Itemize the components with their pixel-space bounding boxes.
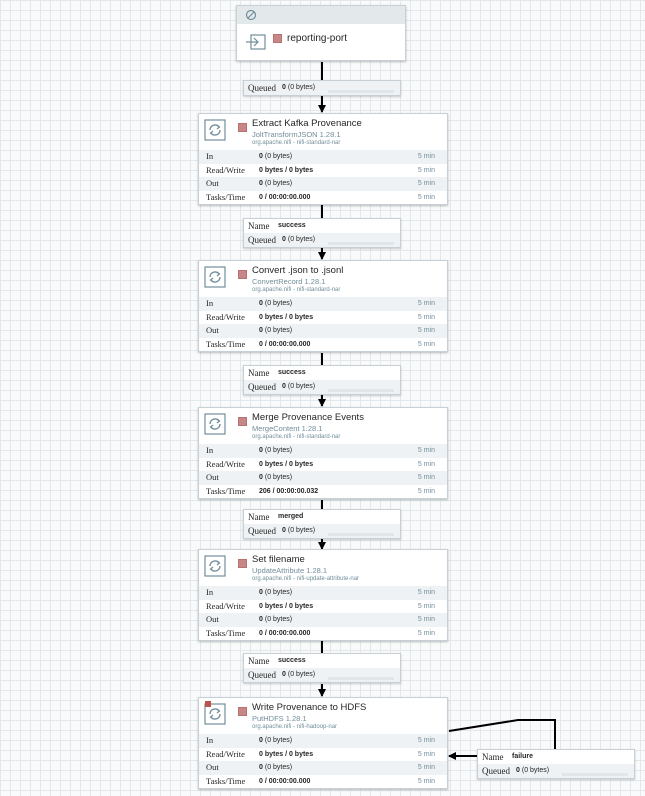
connection-label[interactable]: Name success Queued 0 (0 bytes) (243, 653, 401, 683)
flow-canvas[interactable]: reporting-port Queued 0 (0 bytes) Extrac… (0, 0, 645, 796)
queued-row: Queued 0 (0 bytes) (244, 524, 400, 538)
name-row: Name success (244, 654, 400, 668)
processor-merge-provenance-events[interactable]: Merge Provenance Events MergeContent 1.2… (198, 407, 448, 499)
processor-type: ConvertRecord 1.28.1 (252, 277, 326, 286)
stat-row-tasks-time: Tasks/Time 0 / 00:00:00.000 5 min (199, 190, 447, 204)
connection-label[interactable]: Name success Queued 0 (0 bytes) (243, 218, 401, 248)
queued-row: Queued 0 (0 bytes) (244, 81, 400, 95)
processor-bundle: org.apache.nifi - nifi-standard-nar (252, 140, 341, 146)
stat-row-read-write: Read/Write 0 bytes / 0 bytes 5 min (199, 599, 447, 613)
processor-type: PutHDFS 1.28.1 (252, 714, 307, 723)
stat-row-tasks-time: Tasks/Time 0 / 00:00:00.000 5 min (199, 626, 447, 640)
queue-progress-bar (328, 677, 394, 680)
port-header (237, 6, 405, 24)
name-row: Name success (244, 366, 400, 380)
queued-row: Queued 0 (0 bytes) (244, 668, 400, 682)
stat-row-in: In 0 (0 bytes) 5 min (199, 586, 447, 600)
connection-label[interactable]: Queued 0 (0 bytes) (243, 80, 401, 96)
queued-row: Queued 0 (0 bytes) (478, 764, 634, 778)
stopped-status-icon (273, 34, 282, 43)
stat-row-out: Out 0 (0 bytes) 5 min (199, 613, 447, 627)
processor-name: Write Provenance to HDFS (252, 702, 367, 713)
processor-bundle: org.apache.nifi - nifi-update-attribute-… (252, 576, 360, 582)
queue-progress-bar (328, 90, 394, 93)
queue-progress-bar (328, 533, 394, 536)
processor-type: MergeContent 1.28.1 (252, 424, 323, 433)
stopped-status-icon (238, 417, 247, 426)
processor-name: Set filename (252, 554, 305, 565)
processor-icon (204, 119, 226, 141)
stat-row-read-write: Read/Write 0 bytes / 0 bytes 5 min (199, 457, 447, 471)
stat-row-read-write: Read/Write 0 bytes / 0 bytes 5 min (199, 310, 447, 324)
processor-write-provenance-to-hdfs[interactable]: Write Provenance to HDFS PutHDFS 1.28.1 … (198, 697, 448, 789)
input-port-icon (246, 34, 266, 50)
processor-header: Convert .json to .jsonl ConvertRecord 1.… (199, 261, 447, 297)
processor-header: Extract Kafka Provenance JoltTransformJS… (199, 114, 447, 150)
stat-row-read-write: Read/Write 0 bytes / 0 bytes 5 min (199, 163, 447, 177)
stat-row-out: Out 0 (0 bytes) 5 min (199, 177, 447, 191)
queue-progress-bar (328, 242, 394, 245)
processor-type: JoltTransformJSON 1.28.1 (252, 130, 341, 139)
processor-header: Write Provenance to HDFS PutHDFS 1.28.1 … (199, 698, 447, 734)
queued-value: 0 (0 bytes) (282, 84, 316, 91)
stopped-status-icon (238, 707, 247, 716)
stat-row-in: In 0 (0 bytes) 5 min (199, 444, 447, 458)
processor-header: Merge Provenance Events MergeContent 1.2… (199, 408, 447, 444)
processor-bundle: org.apache.nifi - nifi-standard-nar (252, 287, 341, 293)
connection-label-failure[interactable]: Name failure Queued 0 (0 bytes) (477, 749, 635, 779)
name-row: Name success (244, 219, 400, 233)
connection-label[interactable]: Name merged Queued 0 (0 bytes) (243, 509, 401, 539)
transmission-icon (245, 9, 257, 21)
stat-row-in: In 0 (0 bytes) 5 min (199, 297, 447, 311)
port-name: reporting-port (287, 33, 348, 44)
stopped-status-icon (238, 123, 247, 132)
processor-set-filename[interactable]: Set filename UpdateAttribute 1.28.1 org.… (198, 549, 448, 641)
stat-row-tasks-time: Tasks/Time 0 / 00:00:00.000 5 min (199, 774, 447, 788)
stat-row-out: Out 0 (0 bytes) 5 min (199, 324, 447, 338)
stat-row-tasks-time: Tasks/Time 0 / 00:00:00.000 5 min (199, 337, 447, 351)
stat-row-out: Out 0 (0 bytes) 5 min (199, 761, 447, 775)
queue-progress-bar (562, 773, 628, 776)
queued-key: Queued (248, 83, 276, 93)
queued-row: Queued 0 (0 bytes) (244, 233, 400, 247)
queue-progress-bar (328, 389, 394, 392)
processor-name: Convert .json to .jsonl (252, 265, 344, 276)
connection-label[interactable]: Name success Queued 0 (0 bytes) (243, 365, 401, 395)
processor-icon (204, 555, 226, 577)
processor-icon (204, 266, 226, 288)
stat-row-read-write: Read/Write 0 bytes / 0 bytes 5 min (199, 747, 447, 761)
name-row: Name merged (244, 510, 400, 524)
processor-name: Merge Provenance Events (252, 412, 364, 423)
stopped-status-icon (238, 270, 247, 279)
processor-bundle: org.apache.nifi - nifi-hadoop-nar (252, 724, 338, 730)
processor-type: UpdateAttribute 1.28.1 (252, 566, 328, 575)
processor-icon (204, 413, 226, 435)
processor-convert-json-to-jsonl[interactable]: Convert .json to .jsonl ConvertRecord 1.… (198, 260, 448, 352)
queued-row: Queued 0 (0 bytes) (244, 380, 400, 394)
processor-header: Set filename UpdateAttribute 1.28.1 org.… (199, 550, 447, 586)
stat-row-in: In 0 (0 bytes) 5 min (199, 150, 447, 164)
name-row: Name failure (478, 750, 634, 764)
restricted-badge-icon (205, 701, 211, 707)
processor-bundle: org.apache.nifi - nifi-standard-nar (252, 434, 341, 440)
input-port[interactable]: reporting-port (236, 5, 406, 61)
processor-extract-kafka-provenance[interactable]: Extract Kafka Provenance JoltTransformJS… (198, 113, 448, 205)
stat-row-tasks-time: Tasks/Time 206 / 00:00:00.032 5 min (199, 484, 447, 498)
stat-row-in: In 0 (0 bytes) 5 min (199, 734, 447, 748)
processor-name: Extract Kafka Provenance (252, 118, 362, 129)
stat-row-out: Out 0 (0 bytes) 5 min (199, 471, 447, 485)
stopped-status-icon (238, 559, 247, 568)
